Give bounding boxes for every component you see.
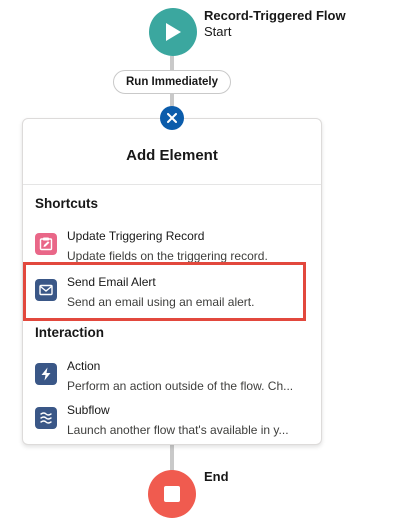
item-description: Send an email using an email alert. xyxy=(67,295,255,309)
menu-item-update-triggering-record[interactable]: Update Triggering Record Update fields o… xyxy=(35,229,315,269)
section-title-interaction: Interaction xyxy=(35,325,105,340)
run-immediately-label: Run Immediately xyxy=(125,76,219,88)
email-icon xyxy=(35,279,57,301)
item-description: Update fields on the triggering record. xyxy=(67,249,268,263)
item-title: Send Email Alert xyxy=(67,275,156,289)
close-icon xyxy=(167,113,177,123)
section-title-shortcuts: Shortcuts xyxy=(35,196,99,211)
panel-title: Add Element xyxy=(126,147,218,164)
run-immediately-pill[interactable]: Run Immediately xyxy=(113,70,231,94)
item-title: Action xyxy=(67,359,101,373)
menu-item-subflow[interactable]: Subflow Launch another flow that's avail… xyxy=(35,403,315,443)
menu-item-send-email-alert[interactable]: Send Email Alert Send an email using an … xyxy=(35,275,315,315)
flow-connector-bottom xyxy=(170,445,174,471)
menu-item-action[interactable]: Action Perform an action outside of the … xyxy=(35,359,315,399)
end-label: End xyxy=(204,469,229,484)
start-subtitle: Start xyxy=(204,24,232,39)
edit-record-icon xyxy=(35,233,57,255)
item-title: Update Triggering Record xyxy=(67,229,205,243)
play-icon xyxy=(166,23,181,41)
item-title: Subflow xyxy=(67,403,110,417)
flow-connector-top xyxy=(170,56,174,70)
item-description: Launch another flow that's available in … xyxy=(67,423,289,437)
close-add-element-button[interactable] xyxy=(160,106,184,130)
lightning-icon xyxy=(35,363,57,385)
item-description: Perform an action outside of the flow. C… xyxy=(67,379,294,393)
stop-icon xyxy=(164,486,180,502)
start-title: Record-Triggered Flow xyxy=(204,8,346,23)
end-node[interactable] xyxy=(148,470,196,518)
subflow-icon xyxy=(35,407,57,429)
start-node[interactable] xyxy=(149,8,197,56)
add-element-panel: Add Element Shortcuts Update Triggering … xyxy=(22,118,322,445)
